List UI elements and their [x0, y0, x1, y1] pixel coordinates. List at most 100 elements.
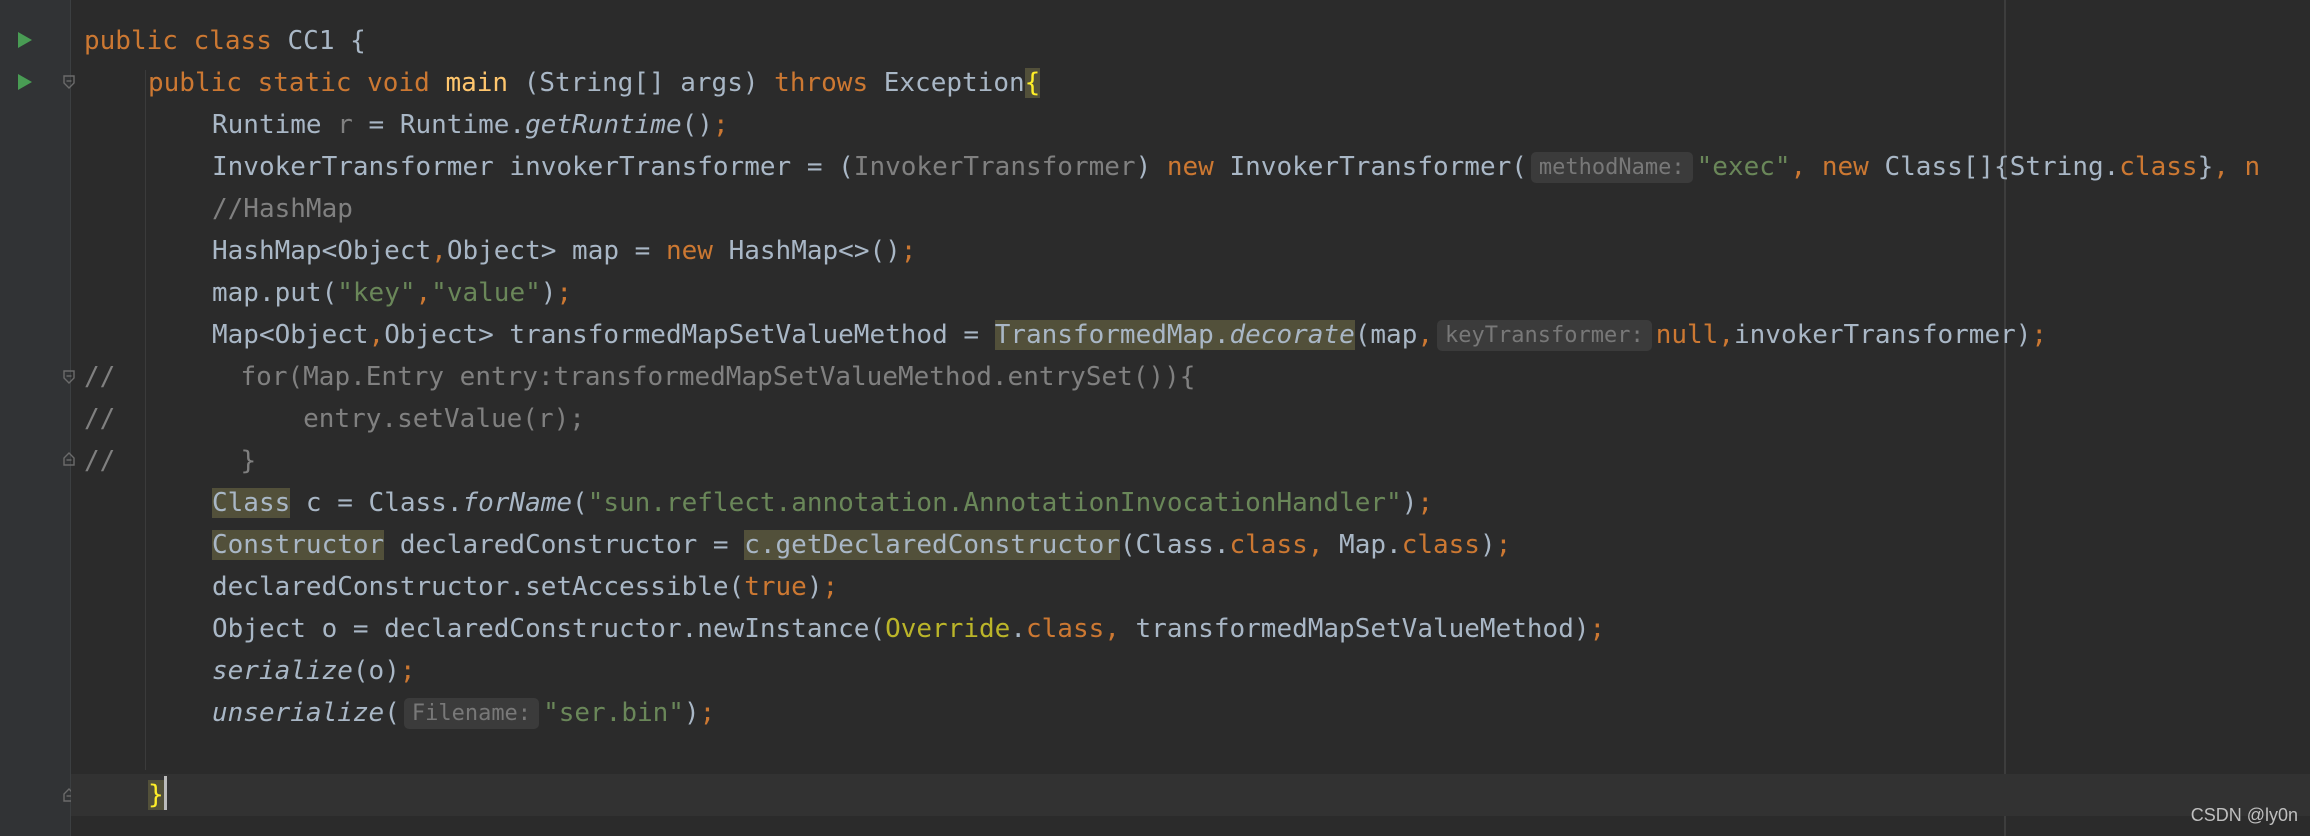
- code-text: ): [1135, 152, 1167, 182]
- code-text: declaredConstructor =: [384, 530, 745, 560]
- code-line: Constructor declaredConstructor = c.getD…: [212, 524, 1511, 566]
- semicolon: ;: [1589, 614, 1606, 644]
- code-line: InvokerTransformer invokerTransformer = …: [212, 146, 2260, 188]
- current-line-highlight: [71, 774, 2310, 816]
- code-text: ): [806, 572, 823, 602]
- highlighted-call: c.getDeclaredConstructor: [744, 530, 1120, 560]
- matched-brace: }: [148, 780, 164, 810]
- code-text: declaredConstructor.setAccessible(: [212, 572, 745, 602]
- code-line: Map<Object,Object> transformedMapSetValu…: [212, 314, 2047, 356]
- code-text: = Runtime.: [352, 110, 526, 140]
- keyword: new: [1166, 152, 1214, 182]
- keyword: class,: [1025, 614, 1120, 644]
- code-text: Runtime: [212, 110, 338, 140]
- comment: // }: [84, 446, 257, 476]
- keyword: new: [1821, 152, 1869, 182]
- code-line: }: [148, 774, 167, 816]
- method-name: main: [445, 68, 509, 98]
- code-line: unserialize(Filename: "ser.bin");: [212, 692, 715, 734]
- highlighted-class: Constructor: [212, 530, 385, 560]
- keyword: void: [367, 68, 430, 98]
- static-method: getRuntime: [525, 110, 682, 140]
- semicolon: ;: [900, 236, 917, 266]
- code-text: (: [572, 488, 588, 518]
- right-margin-guide: [2004, 0, 2006, 836]
- highlighted-class: TransformedMap.: [994, 320, 1230, 350]
- keyword: true: [744, 572, 807, 602]
- string-literal: "ser.bin": [543, 698, 684, 728]
- code-line: public class CC1 {: [84, 20, 366, 62]
- code-text: Object> transformedMapSetValueMethod =: [384, 320, 995, 350]
- code-text: .: [1010, 614, 1026, 644]
- fold-end-icon[interactable]: [63, 452, 75, 466]
- comment: //HashMap: [212, 194, 353, 224]
- code-text: (map: [1354, 320, 1418, 350]
- comma: ,: [431, 236, 447, 266]
- keyword: class: [1401, 530, 1480, 560]
- code-line: Object o = declaredConstructor.newInstan…: [212, 608, 1605, 650]
- highlighted-class: Class: [212, 488, 291, 518]
- semicolon: ;: [399, 656, 416, 686]
- code-text: (): [681, 110, 713, 140]
- keyword: static: [257, 68, 352, 98]
- code-editor[interactable]: public class CC1 { public static void ma…: [0, 0, 2310, 836]
- static-method: forName: [462, 488, 573, 518]
- code-text: HashMap<>(): [712, 236, 901, 266]
- code-line: // for(Map.Entry entry:transformedMapSet…: [84, 356, 1195, 398]
- semicolon: ;: [1495, 530, 1512, 560]
- comment: // for(Map.Entry entry:transformedMapSet…: [84, 362, 1196, 392]
- keyword: throws: [774, 68, 869, 98]
- string-literal: "value": [431, 278, 541, 308]
- keyword: null,: [1655, 320, 1734, 350]
- matched-brace: {: [1024, 68, 1041, 98]
- comma: ,: [1790, 152, 1822, 182]
- code-text: (Class.: [1119, 530, 1230, 560]
- comma: ,: [368, 320, 385, 350]
- code-text: Object> map =: [446, 236, 666, 266]
- code-text: }: [2197, 152, 2214, 182]
- fold-collapse-icon[interactable]: [63, 370, 75, 384]
- static-method: serialize: [212, 656, 353, 686]
- code-line: // }: [84, 440, 256, 482]
- class-name: CC1 {: [287, 26, 366, 56]
- code-line: // entry.setValue(r);: [84, 398, 585, 440]
- run-class-icon[interactable]: [18, 32, 32, 48]
- exception-type: Exception: [868, 68, 1025, 98]
- code-text: transformedMapSetValueMethod): [1119, 614, 1590, 644]
- code-text: ): [540, 278, 557, 308]
- code-text: map.put(: [212, 278, 338, 308]
- code-line: Runtime r = Runtime.getRuntime();: [212, 104, 729, 146]
- code-text: c = Class.: [290, 488, 463, 518]
- keyword: new: [665, 236, 713, 266]
- unused-variable: r: [337, 110, 353, 140]
- comma: ,: [1417, 320, 1434, 350]
- keyword: class: [193, 26, 272, 56]
- keyword: public: [148, 68, 242, 98]
- code-text: Object o = declaredConstructor.newInstan…: [212, 614, 886, 644]
- string-literal: "sun.reflect.annotation.AnnotationInvoca…: [587, 488, 1402, 518]
- fold-collapse-icon[interactable]: [63, 75, 75, 89]
- comment: // entry.setValue(r);: [84, 404, 585, 434]
- semicolon: ;: [556, 278, 573, 308]
- code-line: //HashMap: [212, 188, 353, 230]
- semicolon: ;: [1417, 488, 1433, 518]
- code-text: InvokerTransformer(: [1213, 152, 1527, 182]
- gutter: [0, 0, 70, 836]
- code-text: ): [1479, 530, 1496, 560]
- semicolon: ;: [2031, 320, 2048, 350]
- text-caret: [163, 776, 167, 810]
- semicolon: ;: [699, 698, 716, 728]
- keyword: public: [84, 26, 178, 56]
- keyword: class: [2119, 152, 2198, 182]
- code-text: Class[]{String.: [1868, 152, 2120, 182]
- code-line: declaredConstructor.setAccessible(true);: [212, 566, 838, 608]
- semicolon: ;: [712, 110, 729, 140]
- run-main-icon[interactable]: [18, 74, 32, 90]
- code-line: Class c = Class.forName("sun.reflect.ann…: [212, 482, 1433, 524]
- code-text: HashMap<Object: [212, 236, 432, 266]
- parameter-hint: methodName:: [1530, 152, 1693, 183]
- code-text: InvokerTransformer invokerTransformer = …: [212, 152, 854, 182]
- parameter-hint: Filename:: [403, 698, 540, 729]
- annotation-class: Override: [885, 614, 1011, 644]
- code-line: map.put("key","value");: [212, 272, 572, 314]
